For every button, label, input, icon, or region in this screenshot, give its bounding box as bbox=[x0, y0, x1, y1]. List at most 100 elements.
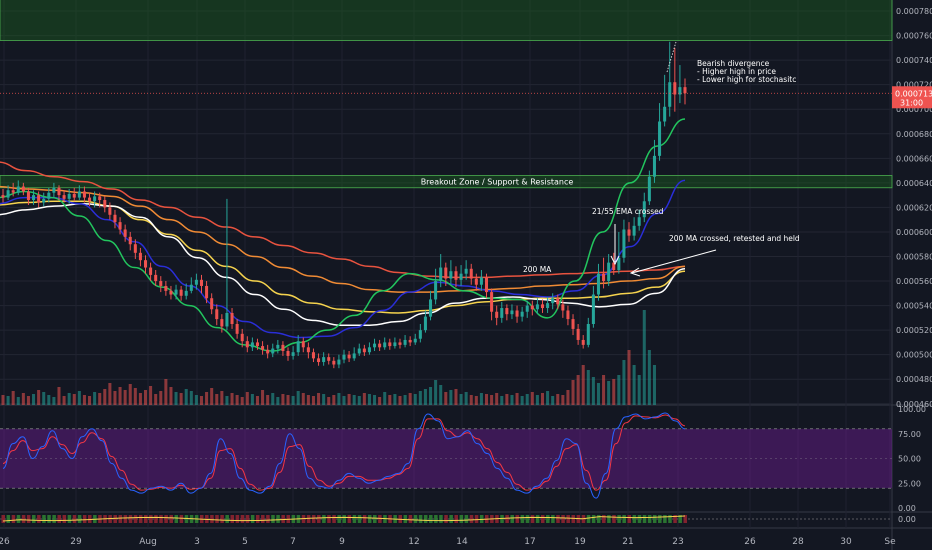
candle-body bbox=[16, 186, 20, 193]
osc-bar bbox=[413, 515, 418, 523]
osc-bar bbox=[72, 515, 77, 523]
osc-bar bbox=[566, 515, 570, 523]
osc-bar bbox=[332, 515, 336, 523]
candle-body bbox=[113, 214, 117, 223]
time-tick-label: 9 bbox=[339, 537, 345, 547]
osc-bar bbox=[317, 515, 321, 523]
osc-bar bbox=[663, 515, 667, 523]
volume-bar bbox=[495, 393, 499, 405]
osc-bar bbox=[311, 515, 316, 523]
candle-body bbox=[281, 344, 285, 351]
candle-body bbox=[490, 292, 494, 312]
candle-body bbox=[332, 360, 336, 365]
candle-body bbox=[199, 279, 204, 286]
stoch-tick-label: 0.00 bbox=[898, 504, 916, 513]
candle-body bbox=[423, 316, 427, 331]
volume-bar bbox=[82, 395, 86, 405]
candle-body bbox=[342, 354, 346, 360]
volume-bar bbox=[225, 396, 229, 405]
candle-body bbox=[42, 198, 46, 203]
volume-bar bbox=[306, 395, 310, 405]
osc-bar bbox=[378, 515, 382, 523]
volume-bar bbox=[327, 397, 331, 405]
osc-bar bbox=[77, 515, 82, 523]
candle-body bbox=[88, 197, 92, 202]
volume-bar bbox=[240, 397, 244, 405]
volume-bar bbox=[388, 395, 392, 405]
candle-body bbox=[398, 342, 402, 345]
volume-bar bbox=[57, 387, 61, 405]
osc-bar bbox=[179, 515, 184, 523]
candle-body bbox=[403, 339, 407, 345]
osc-bar bbox=[271, 515, 275, 523]
candle-body bbox=[607, 262, 611, 282]
osc-bar bbox=[118, 515, 123, 523]
volume-bar bbox=[479, 393, 483, 405]
osc-bar bbox=[586, 515, 591, 523]
volume-bar bbox=[179, 393, 183, 405]
candle-body bbox=[21, 186, 25, 192]
volume-bar bbox=[32, 394, 36, 405]
osc-bar bbox=[642, 515, 647, 523]
price-tick-label: 0.000540 bbox=[896, 302, 932, 311]
volume-bar bbox=[423, 389, 427, 405]
time-tick-label: Se bbox=[884, 537, 896, 547]
candle-body bbox=[123, 229, 127, 237]
volume-bar bbox=[586, 370, 590, 405]
time-tick-label: 14 bbox=[456, 537, 468, 547]
volume-bar bbox=[556, 394, 560, 405]
osc-bar bbox=[373, 515, 377, 523]
candle-body bbox=[317, 358, 321, 363]
osc-bar bbox=[11, 515, 16, 523]
volume-bar bbox=[398, 396, 402, 405]
osc-bar bbox=[32, 515, 36, 523]
candle-body bbox=[408, 339, 412, 343]
time-tick-label: 17 bbox=[524, 537, 535, 547]
volume-bar bbox=[367, 394, 371, 405]
volume-bar bbox=[434, 380, 438, 405]
osc-bar bbox=[159, 515, 163, 523]
volume-bar bbox=[128, 384, 132, 405]
candle-body bbox=[271, 348, 275, 354]
osc-bar bbox=[154, 515, 158, 523]
osc-bar bbox=[123, 515, 128, 523]
volume-bar bbox=[413, 394, 417, 405]
volume-bar bbox=[357, 396, 361, 405]
candle-body bbox=[296, 341, 300, 353]
volume-bar bbox=[576, 375, 580, 405]
volume-bar bbox=[143, 390, 148, 405]
ma200-label: 200 MA bbox=[523, 265, 552, 274]
candle-body bbox=[413, 338, 417, 343]
osc-bar bbox=[530, 515, 535, 523]
osc-bar bbox=[230, 515, 235, 523]
osc-bar bbox=[546, 515, 550, 523]
volume-bar bbox=[378, 397, 382, 405]
volume-bar bbox=[627, 350, 631, 405]
candle-body bbox=[459, 273, 463, 280]
candle-body bbox=[189, 284, 193, 291]
candle-body bbox=[133, 244, 137, 253]
volume-bar bbox=[540, 393, 545, 405]
stoch-tick-label: 25.00 bbox=[898, 479, 921, 488]
candle-body bbox=[82, 191, 86, 198]
osc-bar bbox=[459, 515, 464, 523]
volume-bar bbox=[490, 395, 494, 405]
volume-bar bbox=[352, 395, 356, 405]
candle-body bbox=[210, 298, 214, 310]
volume-bar bbox=[42, 392, 46, 405]
volume-bar bbox=[317, 393, 321, 405]
candle-body bbox=[240, 333, 244, 342]
volume-bar bbox=[332, 395, 336, 405]
volume-bar bbox=[383, 392, 387, 405]
osc-bar bbox=[57, 515, 62, 523]
candle-body bbox=[484, 277, 489, 293]
candle-body bbox=[540, 304, 545, 309]
volume-bar bbox=[205, 392, 209, 405]
osc-bar bbox=[26, 515, 31, 523]
osc-bar bbox=[235, 515, 240, 523]
time-tick-label: 29 bbox=[70, 537, 82, 547]
candle-body bbox=[93, 196, 97, 202]
volume-bar bbox=[607, 381, 611, 405]
osc-bar bbox=[429, 515, 433, 523]
candle-body bbox=[291, 352, 295, 356]
